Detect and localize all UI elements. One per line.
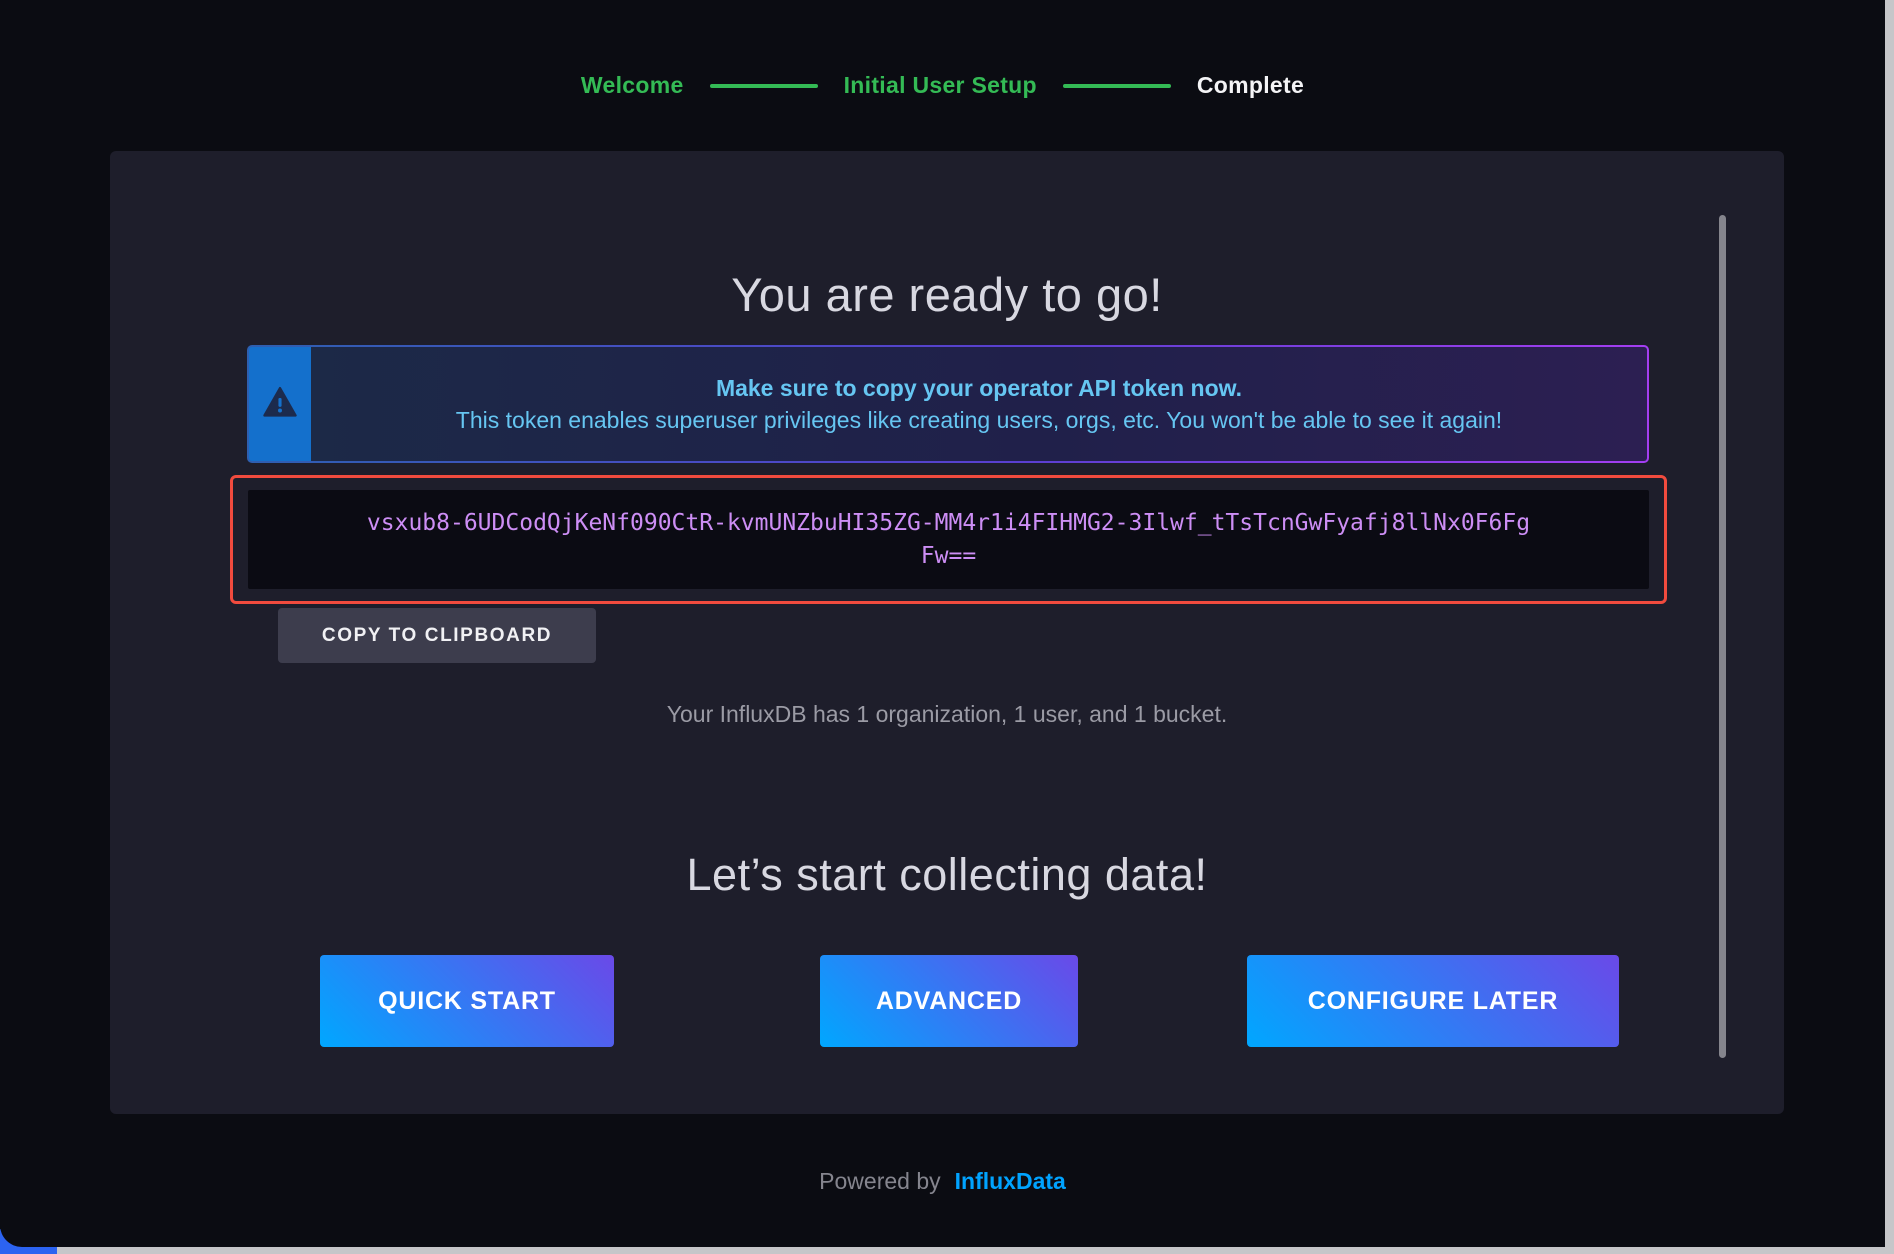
- warning-headline: Make sure to copy your operator API toke…: [716, 375, 1242, 402]
- warning-icon-panel: [249, 347, 311, 461]
- api-token-line2: Fw==: [921, 540, 976, 572]
- warning-body: This token enables superuser privileges …: [456, 407, 1502, 434]
- step-welcome: Welcome: [581, 72, 684, 99]
- step-complete: Complete: [1197, 72, 1304, 99]
- token-warning-banner: Make sure to copy your operator API toke…: [247, 345, 1649, 463]
- action-buttons-row: QUICK START ADVANCED CONFIGURE LATER: [110, 955, 1784, 1047]
- powered-by-label: Powered by: [819, 1168, 940, 1195]
- quick-start-button[interactable]: QUICK START: [320, 955, 614, 1047]
- setup-stepper: Welcome Initial User Setup Complete: [0, 72, 1885, 99]
- footer: Powered by InfluxData: [0, 1168, 1885, 1195]
- warning-triangle-icon: [263, 386, 297, 423]
- advanced-button[interactable]: ADVANCED: [820, 955, 1078, 1047]
- api-token-value[interactable]: vsxub8-6UDCodQjKeNf090CtR-kvmUNZbuHI35ZG…: [248, 490, 1649, 589]
- window-edge-right: [1885, 0, 1894, 1254]
- card-scrollbar[interactable]: [1719, 215, 1726, 1058]
- page-title: You are ready to go!: [110, 267, 1784, 322]
- configure-later-button[interactable]: CONFIGURE LATER: [1247, 955, 1619, 1047]
- copy-to-clipboard-button[interactable]: COPY TO CLIPBOARD: [278, 608, 596, 663]
- token-warning-banner-inner: Make sure to copy your operator API toke…: [249, 347, 1647, 461]
- step-initial-user-setup: Initial User Setup: [844, 72, 1037, 99]
- window-edge-bottom: [0, 1247, 1894, 1254]
- resource-summary-text: Your InfluxDB has 1 organization, 1 user…: [110, 701, 1784, 728]
- step-connector: [1063, 84, 1171, 88]
- completion-card: You are ready to go! Make sure to copy y…: [110, 151, 1784, 1114]
- api-token-line1: vsxub8-6UDCodQjKeNf090CtR-kvmUNZbuHI35ZG…: [367, 507, 1530, 539]
- warning-text-block: Make sure to copy your operator API toke…: [311, 347, 1647, 461]
- cta-heading: Let’s start collecting data!: [110, 849, 1784, 901]
- influxdata-brand-link[interactable]: InfluxData: [955, 1168, 1066, 1195]
- onboarding-page: Welcome Initial User Setup Complete You …: [0, 0, 1885, 1247]
- step-connector: [710, 84, 818, 88]
- token-highlight-frame: vsxub8-6UDCodQjKeNf090CtR-kvmUNZbuHI35ZG…: [230, 475, 1667, 604]
